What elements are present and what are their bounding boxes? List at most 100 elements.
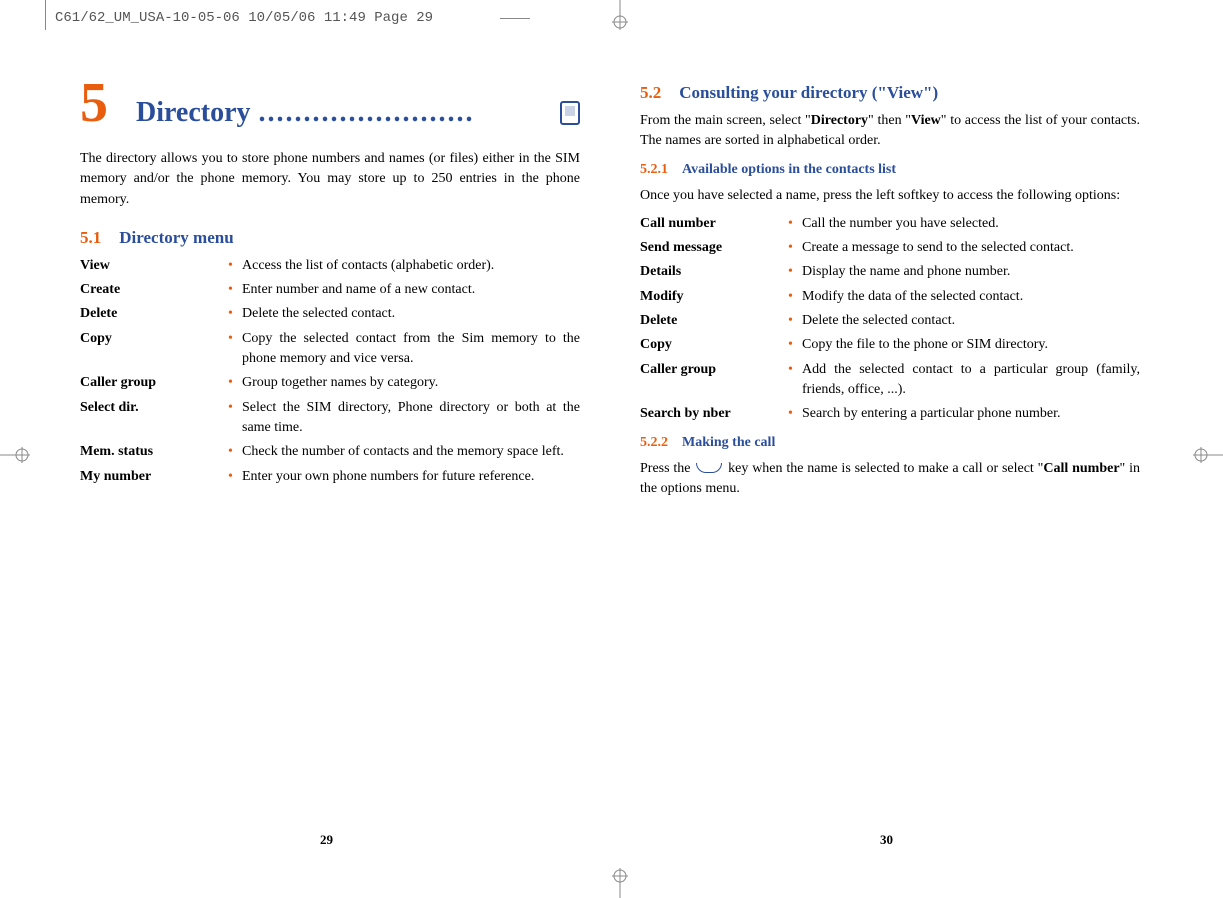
- definition-description: Delete the selected contact.: [802, 311, 1140, 331]
- bullet-icon: •: [788, 360, 802, 401]
- body-text: Once you have selected a name, press the…: [640, 186, 1140, 206]
- bullet-icon: •: [788, 238, 802, 258]
- definition-description: Add the selected contact to a particular…: [802, 360, 1140, 401]
- call-key-icon: [696, 463, 722, 473]
- subsection-number: 5.2.2: [640, 435, 668, 450]
- definition-description: Search by entering a particular phone nu…: [802, 404, 1140, 424]
- definition-description: Copy the selected contact from the Sim m…: [242, 329, 580, 370]
- definition-description: Modify the data of the selected contact.: [802, 287, 1140, 307]
- definition-row: Select dir.•Select the SIM directory, Ph…: [80, 398, 580, 439]
- definition-term: Send message: [640, 238, 788, 258]
- definition-row: Delete•Delete the selected contact.: [80, 304, 580, 324]
- definition-term: Details: [640, 262, 788, 282]
- leader-dots: ........................: [259, 97, 552, 129]
- definition-description: Call the number you have selected.: [802, 214, 1140, 234]
- subsection-title: Making the call: [682, 435, 775, 450]
- bullet-icon: •: [788, 214, 802, 234]
- section-title: Directory menu: [119, 228, 233, 247]
- bullet-icon: •: [788, 404, 802, 424]
- chapter-title: Directory ........................: [136, 97, 580, 129]
- definition-term: Copy: [80, 329, 228, 370]
- registration-mark-icon: [610, 868, 630, 898]
- page-number: 30: [880, 832, 893, 848]
- definition-row: Caller group•Group together names by cat…: [80, 373, 580, 393]
- definition-description: Create a message to send to the selected…: [802, 238, 1140, 258]
- page-right: 5.2 Consulting your directory ("View") Fr…: [640, 75, 1140, 507]
- bullet-icon: •: [228, 398, 242, 439]
- subsection-heading: 5.2.2 Making the call: [640, 435, 1140, 451]
- bullet-icon: •: [228, 256, 242, 276]
- bullet-icon: •: [788, 287, 802, 307]
- definition-term: Mem. status: [80, 442, 228, 462]
- definition-description: Delete the selected contact.: [242, 304, 580, 324]
- body-text: Press the key when the name is selected …: [640, 459, 1140, 500]
- definition-description: Enter your own phone numbers for future …: [242, 467, 580, 487]
- definition-row: Caller group•Add the selected contact to…: [640, 360, 1140, 401]
- definition-row: Modify•Modify the data of the selected c…: [640, 287, 1140, 307]
- definition-description: Group together names by category.: [242, 373, 580, 393]
- definition-row: Search by nber•Search by entering a part…: [640, 404, 1140, 424]
- definition-term: Call number: [640, 214, 788, 234]
- definition-row: My number•Enter your own phone numbers f…: [80, 467, 580, 487]
- bullet-icon: •: [788, 335, 802, 355]
- definition-row: Details•Display the name and phone numbe…: [640, 262, 1140, 282]
- definition-term: Modify: [640, 287, 788, 307]
- subsection-title: Available options in the contacts list: [682, 162, 896, 177]
- definition-description: Access the list of contacts (alphabetic …: [242, 256, 580, 276]
- definition-list-right: Call number•Call the number you have sel…: [640, 214, 1140, 425]
- bullet-icon: •: [228, 373, 242, 393]
- chapter-heading: 5 Directory ........................: [80, 75, 580, 131]
- definition-term: Caller group: [80, 373, 228, 393]
- section-number: 5.2: [640, 83, 661, 102]
- definition-row: Call number•Call the number you have sel…: [640, 214, 1140, 234]
- registration-mark-icon: [610, 0, 630, 30]
- subsection-heading: 5.2.1 Available options in the contacts l…: [640, 162, 1140, 178]
- section-title: Consulting your directory ("View"): [679, 83, 938, 102]
- definition-term: Select dir.: [80, 398, 228, 439]
- definition-row: Copy•Copy the file to the phone or SIM d…: [640, 335, 1140, 355]
- bullet-icon: •: [228, 280, 242, 300]
- page-left: 5 Directory ........................ The…: [80, 75, 580, 491]
- section-number: 5.1: [80, 228, 101, 247]
- definition-term: View: [80, 256, 228, 276]
- section-heading: 5.2 Consulting your directory ("View"): [640, 83, 1140, 103]
- definition-row: Create•Enter number and name of a new co…: [80, 280, 580, 300]
- crop-line: [45, 0, 46, 30]
- definition-term: Caller group: [640, 360, 788, 401]
- bullet-icon: •: [228, 442, 242, 462]
- definition-row: Send message•Create a message to send to…: [640, 238, 1140, 258]
- intro-text: The directory allows you to store phone …: [80, 149, 580, 210]
- chapter-number: 5: [80, 75, 108, 131]
- bullet-icon: •: [228, 304, 242, 324]
- bullet-icon: •: [228, 329, 242, 370]
- page-number: 29: [320, 832, 333, 848]
- definition-row: View•Access the list of contacts (alphab…: [80, 256, 580, 276]
- definition-term: Create: [80, 280, 228, 300]
- registration-mark-icon: [0, 445, 30, 465]
- definition-description: Check the number of contacts and the mem…: [242, 442, 580, 462]
- phone-icon: [560, 101, 580, 125]
- definition-term: Search by nber: [640, 404, 788, 424]
- crop-line: [500, 18, 530, 19]
- definition-description: Select the SIM directory, Phone director…: [242, 398, 580, 439]
- crop-header: C61/62_UM_USA-10-05-06 10/05/06 11:49 Pa…: [55, 10, 433, 26]
- definition-description: Copy the file to the phone or SIM direct…: [802, 335, 1140, 355]
- subsection-number: 5.2.1: [640, 162, 668, 177]
- definition-term: Delete: [80, 304, 228, 324]
- intro-text: From the main screen, select "Directory"…: [640, 111, 1140, 152]
- definition-description: Enter number and name of a new contact.: [242, 280, 580, 300]
- section-heading: 5.1 Directory menu: [80, 228, 580, 248]
- bullet-icon: •: [228, 467, 242, 487]
- definition-row: Delete•Delete the selected contact.: [640, 311, 1140, 331]
- definition-list-left: View•Access the list of contacts (alphab…: [80, 256, 580, 487]
- definition-term: My number: [80, 467, 228, 487]
- definition-row: Copy•Copy the selected contact from the …: [80, 329, 580, 370]
- definition-term: Copy: [640, 335, 788, 355]
- definition-term: Delete: [640, 311, 788, 331]
- bullet-icon: •: [788, 311, 802, 331]
- definition-description: Display the name and phone number.: [802, 262, 1140, 282]
- bullet-icon: •: [788, 262, 802, 282]
- chapter-title-text: Directory: [136, 97, 251, 129]
- registration-mark-icon: [1193, 445, 1223, 465]
- definition-row: Mem. status•Check the number of contacts…: [80, 442, 580, 462]
